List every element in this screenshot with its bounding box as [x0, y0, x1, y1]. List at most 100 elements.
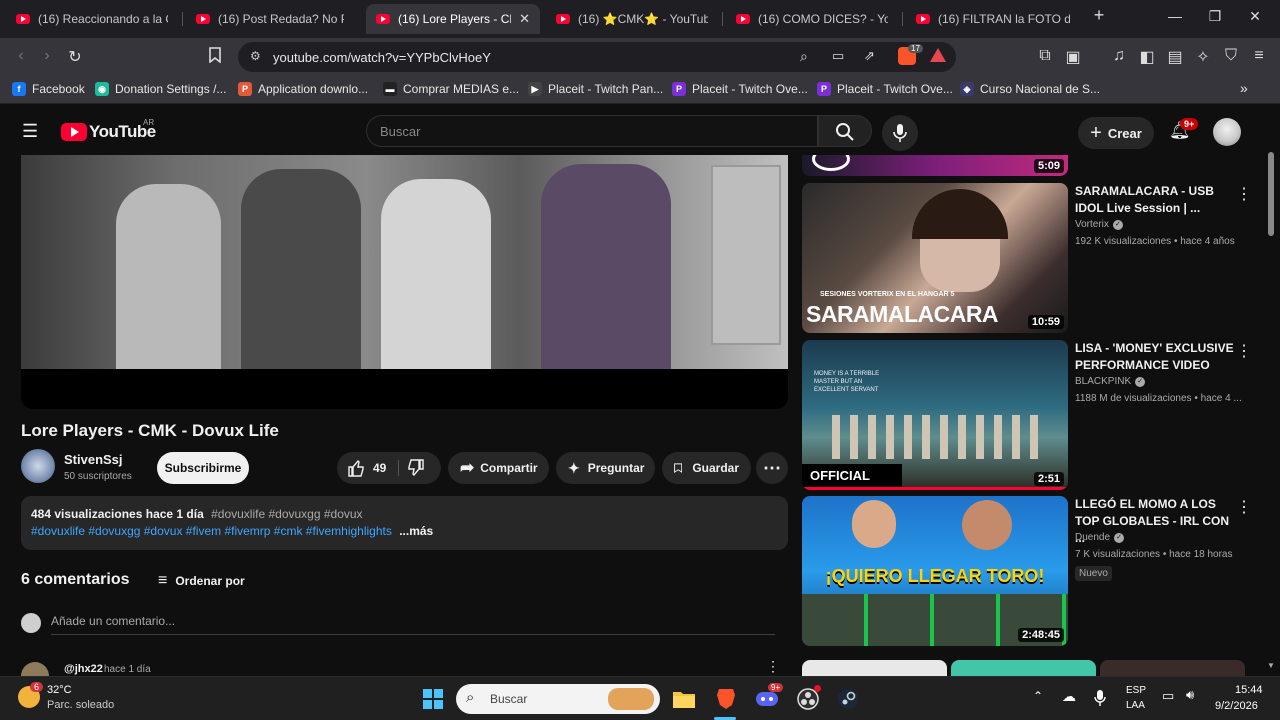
reload-icon[interactable]: ↻	[64, 47, 86, 67]
onedrive-icon[interactable]: ☁	[1062, 688, 1076, 705]
windows-start-icon[interactable]	[419, 685, 447, 713]
browser-tab[interactable]: (16) Post Redada? No Prob	[186, 4, 354, 34]
browser-tab[interactable]: (16) Reaccionando a la Co	[6, 4, 178, 34]
search-button[interactable]	[818, 115, 872, 147]
site-settings-icon[interactable]: ⚙	[250, 49, 261, 63]
browser-tab[interactable]: (16) ⭐CMK⭐ - YouTube	[546, 4, 718, 34]
bookmark-item[interactable]: ▶ Placeit - Twitch Pan...	[528, 82, 663, 96]
bookmark-label: Facebook	[32, 82, 85, 96]
page-scrollbar-thumb[interactable]	[1268, 152, 1274, 236]
related-title[interactable]: LISA - 'MONEY' EXCLUSIVE PERFORMANCE VID…	[1075, 340, 1235, 374]
cast-icon[interactable]: ▭	[832, 48, 844, 64]
hashtags-top[interactable]: #dovuxlife #dovuxgg #dovux	[211, 507, 362, 521]
tray-overflow-icon[interactable]: ⌃	[1033, 689, 1043, 703]
bookmark-item[interactable]: ◈ Curso Nacional de S...	[960, 82, 1100, 96]
ask-label: Preguntar	[587, 461, 645, 475]
dislike-button[interactable]	[407, 459, 425, 480]
share-icon[interactable]: ⇗	[864, 48, 875, 64]
related-more-icon[interactable]: ⋮	[1236, 497, 1252, 517]
related-more-icon[interactable]: ⋮	[1236, 341, 1252, 361]
more-actions-button[interactable]: ⋯	[756, 452, 788, 484]
forward-icon[interactable]: ›	[36, 47, 58, 65]
wallet-icon[interactable]: ▤	[1164, 47, 1186, 67]
thumbnail-face	[852, 500, 896, 548]
related-thumbnail[interactable]: MONEY IS A TERRIBLE MASTER BUT AN EXCELL…	[802, 340, 1068, 490]
vpn-icon[interactable]: ⛉	[1220, 47, 1242, 65]
brave-browser-icon[interactable]	[712, 685, 740, 713]
add-comment-input[interactable]: Añade un comentario...	[51, 614, 175, 628]
extensions-icon[interactable]: ⧉	[1034, 47, 1056, 65]
more-bookmarks-icon[interactable]: »	[1240, 80, 1248, 96]
volume-icon[interactable]: 🔊︎	[1186, 687, 1194, 703]
sort-comments-button[interactable]: ≡ Ordenar por	[158, 572, 245, 590]
address-bar[interactable]: ⚙ youtube.com/watch?v=YYPbClvHoeY ⌕ ▭ ⇗ …	[238, 42, 956, 72]
channel-name[interactable]: StivenSsj	[64, 452, 123, 467]
tray-microphone-icon[interactable]	[1094, 689, 1106, 707]
related-title[interactable]: SARAMALACARA - USB IDOL Live Session | .…	[1075, 183, 1235, 217]
scroll-down-icon[interactable]: ▼	[1267, 661, 1275, 670]
related-channel[interactable]: Duende ✓	[1075, 532, 1125, 543]
weather-temp[interactable]: 32°C	[47, 684, 72, 696]
search-input[interactable]: Buscar	[366, 115, 818, 147]
related-thumbnail[interactable]: ¡QUIERO LLEGAR TORO! 2:48:45	[802, 496, 1068, 646]
voice-search-button[interactable]	[882, 115, 918, 151]
related-more-icon[interactable]: ⋮	[1236, 184, 1252, 204]
commenter-avatar[interactable]	[21, 662, 49, 676]
channel-avatar[interactable]	[21, 449, 55, 483]
browser-tab[interactable]: (16) FILTRAN la FOTO de M	[906, 4, 1080, 34]
network-icon[interactable]: ▭	[1162, 688, 1174, 704]
comment-author[interactable]: @jhx22	[64, 663, 103, 675]
sidebar-icon[interactable]: ◧	[1136, 47, 1158, 67]
share-button[interactable]: ➦ Compartir	[448, 452, 549, 484]
share-label: Compartir	[480, 461, 538, 475]
brave-rewards-icon[interactable]	[930, 48, 946, 62]
subscribe-button[interactable]: Subscribirme	[157, 452, 249, 484]
bookmark-item[interactable]: P Application downlo...	[238, 82, 368, 96]
hashtags[interactable]: #dovuxlife #dovuxgg #dovux #fivem #fivem…	[31, 524, 392, 538]
screenshot-icon[interactable]: ▣	[1062, 47, 1084, 67]
bookmark-icon[interactable]	[204, 47, 226, 68]
youtube-logo-icon[interactable]	[61, 123, 87, 141]
close-tab-icon[interactable]: ✕	[519, 11, 530, 27]
file-explorer-icon[interactable]	[670, 685, 698, 713]
related-thumbnail[interactable]: SESIONES VORTERIX EN EL HANGAR 5 SARAMAL…	[802, 183, 1068, 333]
chip-thumbnail[interactable]	[802, 660, 947, 676]
bookmark-item[interactable]: ▬ Comprar MEDIAS e...	[383, 82, 519, 96]
bookmarks-bar: f Facebook ◉ Donation Settings /... P Ap…	[0, 76, 1280, 104]
comment-more-icon[interactable]: ⋮	[766, 658, 780, 675]
back-icon[interactable]: ‹	[10, 47, 32, 65]
zoom-icon[interactable]: ⌕	[800, 48, 808, 65]
ask-button[interactable]: ✦ Preguntar	[556, 452, 655, 484]
related-channel[interactable]: BLACKPINK ✓	[1075, 376, 1146, 387]
chip-thumbnail[interactable]	[1100, 660, 1245, 676]
guide-menu-icon[interactable]: ☰	[22, 121, 38, 142]
restore-icon[interactable]: ❐	[1200, 8, 1230, 25]
media-icon[interactable]: ♫	[1108, 47, 1130, 65]
bookmark-item[interactable]: ◉ Donation Settings /...	[95, 82, 226, 96]
taskbar-search-input[interactable]: ⌕ Buscar	[456, 684, 660, 714]
like-button[interactable]: 49	[337, 452, 397, 484]
related-thumbnail[interactable]: 5:09	[802, 155, 1068, 176]
share-arrow-icon: ➦	[460, 458, 475, 477]
minimize-icon[interactable]: —	[1160, 8, 1190, 24]
steam-icon[interactable]	[834, 685, 862, 713]
save-button[interactable]: Guardar	[662, 452, 751, 484]
bookmark-item[interactable]: P Placeit - Twitch Ove...	[672, 82, 808, 96]
description-box[interactable]: 484 visualizaciones hace 1 día #dovuxlif…	[21, 496, 788, 550]
browser-tab-active[interactable]: (16) Lore Players - CM ✕	[366, 4, 540, 34]
bookmark-item[interactable]: f Facebook	[12, 82, 85, 96]
language-line-1[interactable]: ESP	[1126, 685, 1146, 696]
browser-tab[interactable]: (16) COMO DICES? - YouTu	[726, 4, 898, 34]
account-avatar[interactable]	[1213, 118, 1241, 146]
clock-time[interactable]: 15:44	[1235, 684, 1263, 696]
video-player[interactable]	[21, 155, 788, 409]
new-tab-icon[interactable]: +	[1084, 5, 1114, 26]
close-window-icon[interactable]: ✕	[1240, 8, 1270, 25]
show-more-link[interactable]: ...más	[399, 524, 433, 538]
create-button[interactable]: + Crear	[1078, 117, 1154, 149]
related-channel[interactable]: Vorterix ✓	[1075, 219, 1123, 230]
leo-ai-icon[interactable]: ✧	[1192, 47, 1214, 67]
bookmark-item[interactable]: P Placeit - Twitch Ove...	[817, 82, 953, 96]
chip-thumbnail[interactable]	[951, 660, 1096, 676]
menu-icon[interactable]: ≡	[1248, 47, 1270, 65]
